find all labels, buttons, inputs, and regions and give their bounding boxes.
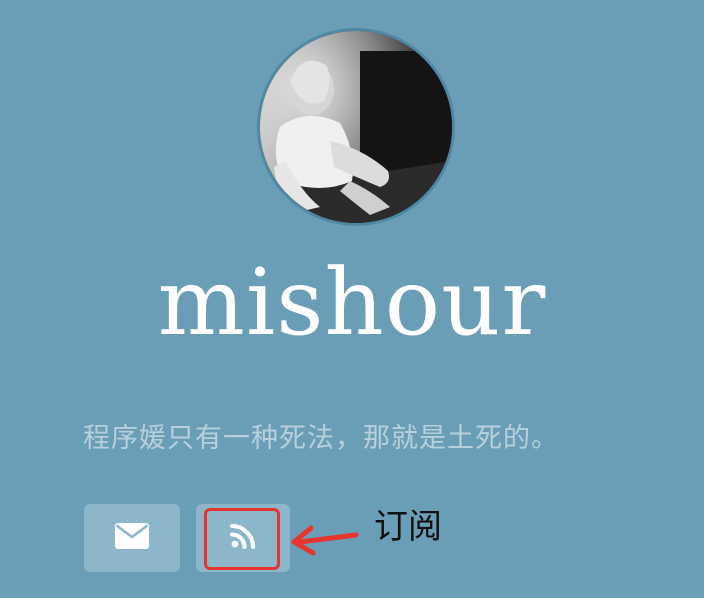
annotation-label: 订阅 (374, 507, 442, 547)
site-tagline: 程序媛只有一种死法，那就是土死的。 (83, 423, 559, 454)
email-button[interactable] (84, 504, 180, 572)
site-title: mishour (157, 249, 547, 356)
annotation-highlight-box (204, 508, 280, 570)
annotation-arrow-icon (291, 525, 359, 556)
envelope-icon (115, 523, 149, 553)
profile-avatar (257, 28, 455, 226)
